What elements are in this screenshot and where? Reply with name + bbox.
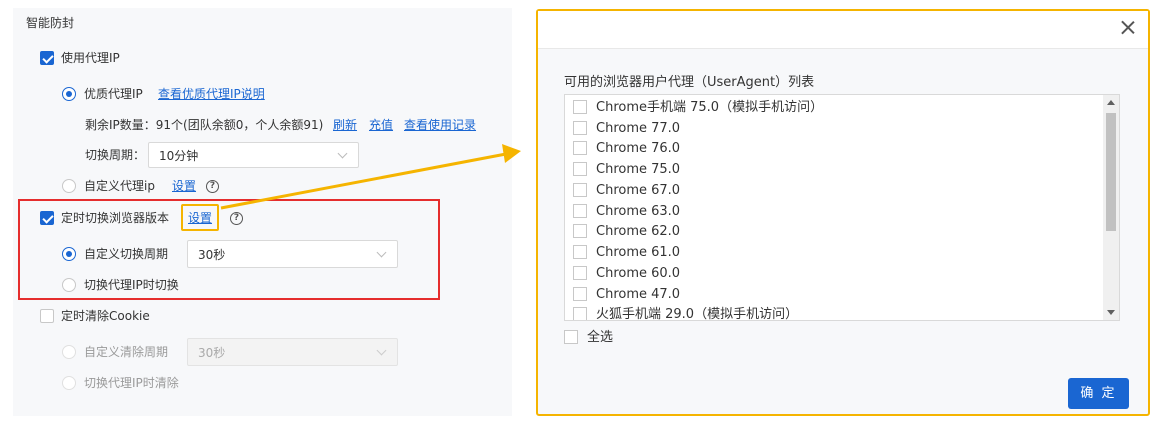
list-scrollbar[interactable]	[1103, 95, 1119, 320]
user-agent-list[interactable]: Chrome手机端 75.0（模拟手机访问） Chrome 77.0 Chrom…	[564, 94, 1120, 321]
checkbox[interactable]	[573, 203, 587, 218]
checkbox[interactable]	[573, 286, 587, 301]
scroll-down-arrow-icon[interactable]	[1107, 310, 1115, 315]
scroll-thumb[interactable]	[1106, 113, 1116, 231]
list-item[interactable]: Chrome 60.0	[573, 264, 680, 284]
checkbox[interactable]	[573, 244, 587, 259]
checkbox[interactable]	[573, 182, 587, 197]
checkbox[interactable]	[573, 120, 587, 135]
select-all-checkbox[interactable]	[564, 329, 578, 344]
list-item[interactable]: 火狐手机端 29.0（模拟手机访问）	[573, 305, 799, 321]
confirm-button[interactable]: 确 定	[1068, 378, 1129, 409]
user-agent-label: Chrome 63.0	[596, 204, 681, 219]
user-agent-label: Chrome 77.0	[596, 121, 681, 136]
user-agent-label: Chrome 62.0	[596, 224, 681, 239]
user-agent-label: Chrome手机端 75.0（模拟手机访问）	[596, 100, 824, 115]
list-item[interactable]: Chrome手机端 75.0（模拟手机访问）	[573, 98, 823, 118]
checkbox[interactable]	[573, 99, 587, 114]
dialog-header	[538, 11, 1148, 49]
select-all-label: 全选	[587, 330, 614, 345]
list-item[interactable]: Chrome 47.0	[573, 285, 680, 305]
user-agent-label: 火狐手机端 29.0（模拟手机访问）	[596, 307, 799, 321]
user-agent-dialog: 可用的浏览器用户代理（UserAgent）列表 Chrome手机端 75.0（模…	[536, 9, 1150, 416]
user-agent-label: Chrome 47.0	[596, 287, 681, 302]
select-all-option[interactable]: 全选	[564, 329, 613, 347]
list-item[interactable]: Chrome 76.0	[573, 139, 680, 159]
scroll-up-arrow-icon[interactable]	[1107, 100, 1115, 105]
list-item[interactable]: Chrome 62.0	[573, 222, 680, 242]
user-agent-label: Chrome 76.0	[596, 141, 681, 156]
checkbox[interactable]	[573, 306, 587, 320]
checkbox[interactable]	[573, 223, 587, 238]
list-item[interactable]: Chrome 75.0	[573, 160, 680, 180]
checkbox[interactable]	[573, 265, 587, 280]
user-agent-label: Chrome 75.0	[596, 162, 681, 177]
user-agent-label: Chrome 67.0	[596, 183, 681, 198]
checkbox[interactable]	[573, 140, 587, 155]
close-icon[interactable]	[1120, 19, 1136, 35]
list-item[interactable]: Chrome 77.0	[573, 119, 680, 139]
list-item[interactable]: Chrome 63.0	[573, 202, 680, 222]
checkbox[interactable]	[573, 161, 587, 176]
user-agent-list-title: 可用的浏览器用户代理（UserAgent）列表	[564, 75, 815, 90]
list-item[interactable]: Chrome 67.0	[573, 181, 680, 201]
user-agent-label: Chrome 60.0	[596, 266, 681, 281]
user-agent-label: Chrome 61.0	[596, 245, 681, 260]
list-item[interactable]: Chrome 61.0	[573, 243, 680, 263]
